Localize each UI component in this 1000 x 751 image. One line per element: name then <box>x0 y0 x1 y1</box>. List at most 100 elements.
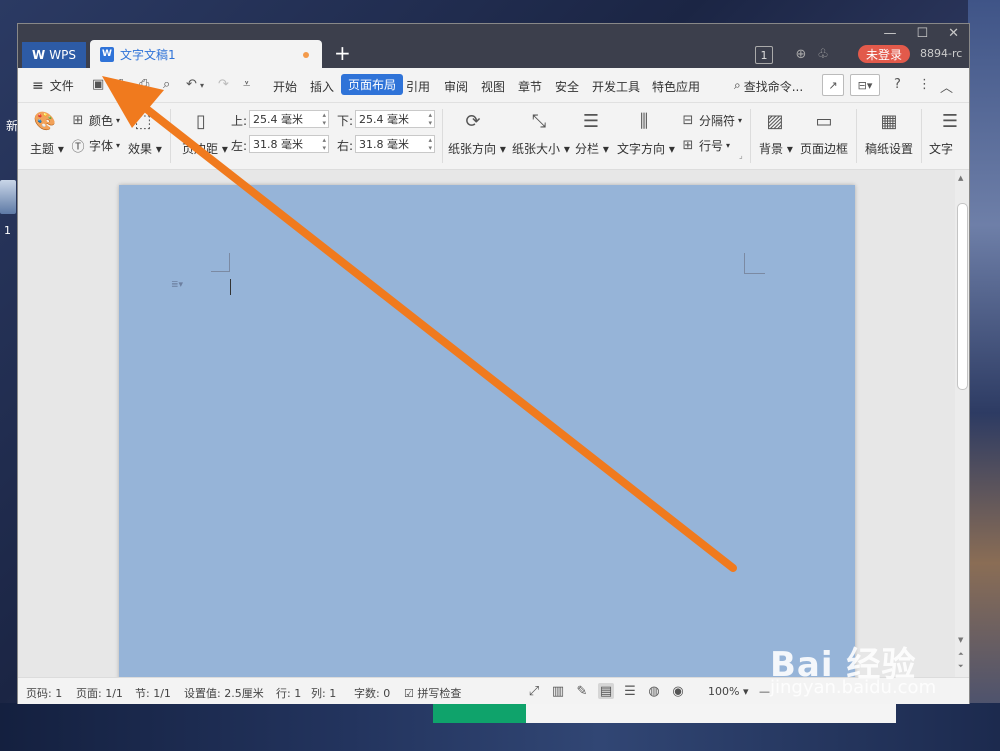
menu-item-page-layout[interactable]: 页面布局 <box>341 74 404 95</box>
menu-item-view[interactable]: 视图 <box>481 78 505 95</box>
right-margin-input[interactable]: 31.8 毫米 ▴ ▾ <box>355 135 435 153</box>
share-icon[interactable]: ↗ <box>822 74 844 96</box>
web-view-icon[interactable]: ◍ <box>646 683 662 699</box>
text-direction-icon[interactable]: ⫼ <box>633 109 655 133</box>
theme-button[interactable]: 主题 ▾ <box>30 140 64 157</box>
close-icon[interactable]: ✕ <box>948 26 959 41</box>
margins-icon[interactable]: ▯ <box>190 109 212 133</box>
read-mode-icon[interactable]: ▥ <box>550 683 566 699</box>
zoom-out-icon[interactable]: — <box>759 685 770 698</box>
spell-check-button[interactable]: ☑ 拼写检查 <box>404 685 461 701</box>
next-page-icon[interactable]: ⏷ <box>958 662 964 671</box>
window-count-badge[interactable]: 1 <box>755 46 773 64</box>
new-tab-button[interactable]: + <box>334 43 351 63</box>
background-button[interactable]: 背景 ▾ <box>759 140 793 157</box>
effect-icon[interactable]: ⬚ <box>132 109 154 133</box>
login-button[interactable]: 未登录 <box>858 45 910 63</box>
export-pdf-icon[interactable]: ⎙ <box>115 77 125 92</box>
status-section[interactable]: 节: 1/1 <box>135 685 171 701</box>
print-preview-icon[interactable]: ⌕ <box>163 77 170 92</box>
status-col[interactable]: 列: 1 <box>311 685 336 701</box>
menu-item-security[interactable]: 安全 <box>555 78 579 95</box>
menu-item-chapter[interactable]: 章节 <box>518 78 542 95</box>
text-more-button[interactable]: 文字 <box>929 140 953 157</box>
menu-item-developer[interactable]: 开发工具 <box>592 78 640 95</box>
text-more-icon[interactable]: ☰ <box>939 109 961 133</box>
command-search[interactable]: ⌕ 查找命令... <box>734 78 803 95</box>
document-canvas[interactable]: ≣▾ <box>18 170 955 677</box>
scroll-up-icon[interactable]: ▲ <box>958 174 963 182</box>
spinner-icon[interactable]: ▴ ▾ <box>322 111 326 127</box>
prev-page-icon[interactable]: ⏶ <box>958 650 964 659</box>
skin-shirt-icon[interactable]: ♧ <box>815 46 831 62</box>
chevron-up-icon[interactable]: ︿ <box>940 77 953 96</box>
page-setup-launcher-icon[interactable]: ⌟ <box>739 151 743 160</box>
text-direction-button[interactable]: 文字方向 ▾ <box>617 140 675 157</box>
status-position[interactable]: 设置值: 2.5厘米 <box>184 685 264 701</box>
menu-item-special[interactable]: 特色应用 <box>652 78 700 95</box>
color-button[interactable]: ⊞ 颜色 ▾ <box>70 112 120 129</box>
menu-item-home[interactable]: 开始 <box>273 78 297 95</box>
zoom-level[interactable]: 100% ▾ <box>708 685 748 698</box>
tab-document[interactable]: W 文字文稿1 <box>90 40 322 68</box>
status-row[interactable]: 行: 1 <box>276 685 301 701</box>
desktop-icon-number: 1 <box>4 224 11 237</box>
save-icon[interactable]: ▣ <box>92 77 104 92</box>
orientation-icon[interactable]: ⟳ <box>462 109 484 133</box>
eye-protection-icon[interactable]: ◉ <box>670 683 686 699</box>
print-icon[interactable]: ⎙ <box>139 77 149 92</box>
bottom-margin-input[interactable]: 25.4 毫米 ▴ ▾ <box>355 110 435 128</box>
spinner-icon[interactable]: ▴ ▾ <box>428 136 432 152</box>
page-border-button[interactable]: 页面边框 <box>800 140 848 157</box>
paper-setup-icon[interactable]: ▦ <box>878 109 900 133</box>
scroll-down-icon[interactable]: ▼ <box>958 636 963 644</box>
paragraph-handle-icon[interactable]: ≣▾ <box>171 280 183 290</box>
margins-button[interactable]: 页边距 ▾ <box>182 140 228 157</box>
paper-setup-button[interactable]: 稿纸设置 <box>865 140 913 157</box>
sync-icon[interactable]: ⊕ <box>793 46 809 62</box>
fullscreen-icon[interactable]: ⤢ <box>526 683 542 699</box>
status-word-count[interactable]: 字数: 0 <box>354 685 390 701</box>
collapse-ribbon-icon[interactable]: ⊟▾ <box>850 74 880 96</box>
pen-icon[interactable]: ✎ <box>574 683 590 699</box>
undo-dropdown-icon[interactable]: ▾ <box>200 81 204 90</box>
document-page[interactable]: ≣▾ <box>119 185 855 677</box>
menu-item-references[interactable]: 引用 <box>406 78 430 95</box>
columns-icon[interactable]: ☰ <box>580 109 602 133</box>
status-pages[interactable]: 页面: 1/1 <box>76 685 123 701</box>
more-options-icon[interactable]: ⋮ <box>918 77 931 92</box>
effect-button[interactable]: 效果 ▾ <box>128 140 162 157</box>
desktop-icon-label[interactable]: 新 <box>6 117 18 134</box>
scrollbar-thumb[interactable] <box>957 203 968 390</box>
maximize-icon[interactable]: ☐ <box>916 26 928 41</box>
background-icon[interactable]: ▨ <box>764 109 786 133</box>
left-margin-input[interactable]: 31.8 毫米 ▴ ▾ <box>249 135 329 153</box>
font-button[interactable]: Ⓣ 字体 ▾ <box>70 137 120 155</box>
columns-button[interactable]: 分栏 ▾ <box>575 140 609 157</box>
page-view-icon[interactable]: ▤ <box>598 683 614 699</box>
paper-size-icon[interactable]: ⤡ <box>528 109 550 133</box>
menu-item-review[interactable]: 审阅 <box>444 78 468 95</box>
vertical-scrollbar[interactable]: ▲ ▼ ⏶ ⏷ <box>955 170 969 677</box>
status-page-number[interactable]: 页码: 1 <box>26 685 62 701</box>
outline-view-icon[interactable]: ☰ <box>622 683 638 699</box>
page-border-icon[interactable]: ▭ <box>813 109 835 133</box>
line-numbers-button[interactable]: ⊞ 行号 ▾ <box>680 137 730 154</box>
undo-icon[interactable]: ↶ <box>186 77 197 92</box>
file-menu-button[interactable]: ≡ 文件 <box>32 77 74 94</box>
spinner-icon[interactable]: ▴ ▾ <box>322 136 326 152</box>
redo-icon[interactable]: ↷ <box>218 77 229 92</box>
customize-quick-access-icon[interactable]: ⩡ <box>243 77 250 92</box>
breaks-button[interactable]: ⊟ 分隔符 ▾ <box>680 112 742 129</box>
unsaved-dot-icon[interactable] <box>303 52 309 58</box>
minimize-icon[interactable]: — <box>883 26 896 41</box>
orientation-button[interactable]: 纸张方向 ▾ <box>448 140 506 157</box>
top-margin-input[interactable]: 25.4 毫米 ▴ ▾ <box>249 110 329 128</box>
help-icon[interactable]: ? <box>894 77 901 92</box>
theme-palette-icon[interactable]: 🎨 <box>34 109 56 133</box>
menu-item-insert[interactable]: 插入 <box>310 78 334 95</box>
paper-size-button[interactable]: 纸张大小 ▾ <box>512 140 570 157</box>
tab-wps-home[interactable]: W WPS <box>22 42 86 68</box>
desktop-shortcut-icon[interactable] <box>0 180 16 214</box>
spinner-icon[interactable]: ▴ ▾ <box>428 111 432 127</box>
